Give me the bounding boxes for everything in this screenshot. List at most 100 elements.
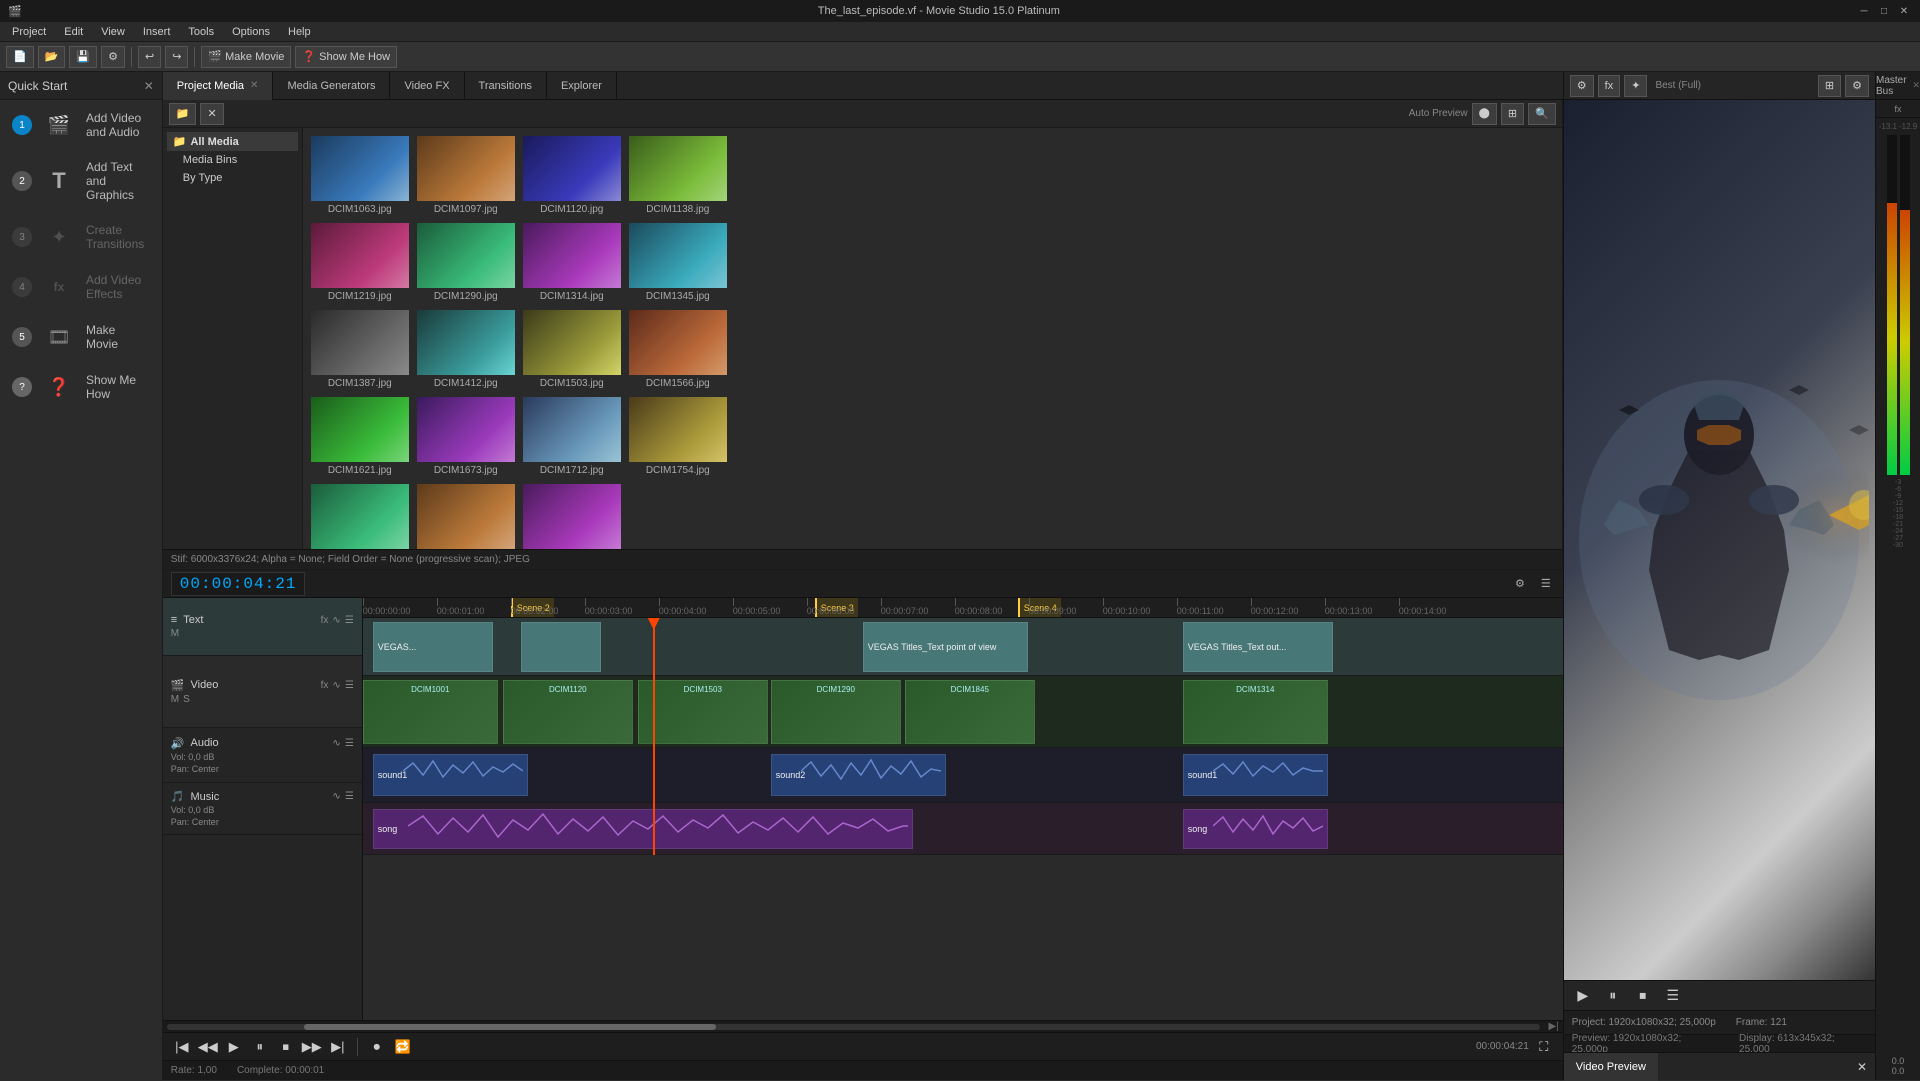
media-thumb-dcim1503[interactable]: DCIM1503.jpg [523, 310, 621, 389]
tab-explorer[interactable]: Explorer [547, 72, 617, 100]
audio-clip-sound1b[interactable]: sound1 [1183, 754, 1328, 796]
preview-play-button[interactable]: ▶ [1572, 985, 1594, 1007]
media-close-btn[interactable]: ✕ [200, 103, 223, 125]
menu-project[interactable]: Project [4, 24, 54, 40]
video-clip-dcim1503[interactable]: DCIM1503 [638, 680, 768, 744]
video-clip-dcim1290[interactable]: DCIM1290 [771, 680, 901, 744]
show-me-how-button[interactable]: ❓ Show Me How [295, 46, 397, 68]
media-thumb-dcim1387[interactable]: DCIM1387.jpg [311, 310, 409, 389]
maximize-button[interactable]: □ [1876, 3, 1892, 19]
pause-button[interactable]: ⏸ [249, 1036, 271, 1058]
preview-close-btn[interactable]: ✕ [1849, 1060, 1875, 1074]
text-clip-4[interactable]: VEGAS Titles_Text out... [1183, 622, 1333, 672]
menu-view[interactable]: View [93, 24, 133, 40]
go-to-start-button[interactable]: |◀ [171, 1036, 193, 1058]
preview-pause-button[interactable]: ⏸ [1602, 985, 1624, 1007]
media-thumb-dcim1823[interactable] [417, 484, 515, 549]
media-thumb-dcim1754[interactable]: DCIM1754.jpg [629, 397, 727, 476]
media-thumb-dcim1566[interactable]: DCIM1566.jpg [629, 310, 727, 389]
video-clip-dcim1001[interactable]: DCIM1001 [363, 680, 498, 744]
media-thumb-dcim1290[interactable]: DCIM1290.jpg [417, 223, 515, 302]
tab-close-project-media[interactable]: ✕ [250, 80, 258, 91]
menu-tools[interactable]: Tools [180, 24, 222, 40]
go-to-end-button[interactable]: ▶| [327, 1036, 349, 1058]
track-video-more-btn[interactable]: ☰ [345, 680, 354, 691]
track-text-mute-btn[interactable]: M [171, 628, 179, 639]
track-audio-env-btn[interactable]: ∿ [332, 738, 340, 749]
track-text-env-btn[interactable]: ∿ [332, 615, 340, 626]
timeline-scrollbar[interactable]: ▶| [163, 1020, 1563, 1032]
media-thumb-dcim1219[interactable]: DCIM1219.jpg [311, 223, 409, 302]
text-clip-2[interactable] [521, 622, 601, 672]
text-clip-1[interactable]: VEGAS... [373, 622, 493, 672]
next-frame-button[interactable]: ▶▶ [301, 1036, 323, 1058]
master-close-btn[interactable]: ✕ [1912, 80, 1920, 91]
stop-button[interactable]: ⏹ [275, 1036, 297, 1058]
track-audio-more-btn[interactable]: ☰ [345, 738, 354, 749]
track-video-env-btn[interactable]: ∿ [332, 680, 340, 691]
tab-media-generators[interactable]: Media Generators [273, 72, 390, 100]
music-clip-song2[interactable]: song [1183, 809, 1328, 849]
video-clip-dcim1314[interactable]: DCIM1314 [1183, 680, 1328, 744]
scroll-end-btn[interactable]: ▶| [1548, 1021, 1558, 1032]
quickstart-item-3[interactable]: 3 ✦ Create Transitions [0, 212, 162, 262]
loop-button[interactable]: 🔁 [392, 1036, 414, 1058]
track-text-fx-btn[interactable]: fx [321, 615, 329, 626]
media-thumb-dcim1712[interactable]: DCIM1712.jpg [523, 397, 621, 476]
media-thumb-dcim1673[interactable]: DCIM1673.jpg [417, 397, 515, 476]
audio-clip-sound1[interactable]: sound1 [373, 754, 528, 796]
media-thumb-dcim1138[interactable]: DCIM1138.jpg [629, 136, 727, 215]
media-thumb-dcim1412[interactable]: DCIM1412.jpg [417, 310, 515, 389]
media-thumb-dcim1345[interactable]: DCIM1345.jpg [629, 223, 727, 302]
prev-frame-button[interactable]: ◀◀ [197, 1036, 219, 1058]
timeline-settings-btn[interactable]: ⚙ [1511, 575, 1529, 592]
record-button[interactable]: ⏺ [366, 1036, 388, 1058]
media-thumb-dcim1097[interactable]: DCIM1097.jpg [417, 136, 515, 215]
make-movie-button[interactable]: 🎬 Make Movie [201, 46, 291, 68]
settings-button[interactable]: ⚙ [101, 46, 125, 68]
music-clip-song1[interactable]: song [373, 809, 913, 849]
minimize-button[interactable]: ─ [1856, 3, 1872, 19]
tab-transitions[interactable]: Transitions [465, 72, 547, 100]
meter-fx-btn[interactable]: fx [1894, 104, 1901, 114]
quickstart-item-help[interactable]: ? ❓ Show Me How [0, 362, 162, 412]
tab-project-media[interactable]: Project Media ✕ [163, 72, 274, 100]
quickstart-close-button[interactable]: ✕ [144, 79, 154, 93]
tab-video-fx[interactable]: Video FX [390, 72, 464, 100]
preview-grid-btn[interactable]: ⊞ [1818, 75, 1841, 97]
track-music-env-btn[interactable]: ∿ [332, 791, 340, 802]
text-clip-3[interactable]: VEGAS Titles_Text point of view [863, 622, 1028, 672]
media-folder-btn[interactable]: 📁 [169, 103, 197, 125]
quickstart-item-2[interactable]: 2 T Add Text and Graphics [0, 150, 162, 212]
media-thumb-dcim1845[interactable] [523, 484, 621, 549]
preview-stop-button[interactable]: ⏹ [1632, 985, 1654, 1007]
new-project-button[interactable]: 📄 [6, 46, 34, 68]
track-video-solo-btn[interactable]: S [183, 694, 190, 705]
save-button[interactable]: 💾 [69, 46, 97, 68]
media-thumb-dcim1063[interactable]: DCIM1063.jpg [311, 136, 409, 215]
scrollbar-thumb[interactable] [304, 1024, 716, 1030]
preview-settings-btn[interactable]: ⚙ [1570, 75, 1594, 97]
tree-item-media-bins[interactable]: Media Bins [167, 151, 298, 169]
track-text-more-btn[interactable]: ☰ [345, 615, 354, 626]
quickstart-item-5[interactable]: 5 🎞 Make Movie [0, 312, 162, 362]
quickstart-item-4[interactable]: 4 fx Add Video Effects [0, 262, 162, 312]
tree-item-all-media[interactable]: 📁 All Media [167, 132, 298, 151]
track-video-fx-btn[interactable]: fx [321, 680, 329, 691]
menu-help[interactable]: Help [280, 24, 319, 40]
undo-button[interactable]: ↩ [138, 46, 161, 68]
preview-fx-btn[interactable]: fx [1598, 75, 1621, 97]
video-clip-dcim1120[interactable]: DCIM1120 [503, 680, 633, 744]
close-button[interactable]: ✕ [1896, 3, 1912, 19]
scrollbar-track[interactable] [167, 1024, 1541, 1030]
tree-item-by-type[interactable]: By Type [167, 169, 298, 187]
media-thumb-dcim1621[interactable]: DCIM1621.jpg [311, 397, 409, 476]
grid-view-btn[interactable]: ⊞ [1501, 103, 1524, 125]
track-video-mute-btn[interactable]: M [171, 694, 179, 705]
timeline-menu-btn[interactable]: ☰ [1537, 575, 1555, 592]
quickstart-item-1[interactable]: 1 🎬 Add Video and Audio [0, 100, 162, 150]
preview-settings2-btn[interactable]: ⚙ [1845, 75, 1869, 97]
preview-render-btn[interactable]: ✦ [1624, 75, 1647, 97]
preview-tab-video[interactable]: Video Preview [1564, 1053, 1658, 1081]
audio-clip-sound2[interactable]: sound2 [771, 754, 946, 796]
